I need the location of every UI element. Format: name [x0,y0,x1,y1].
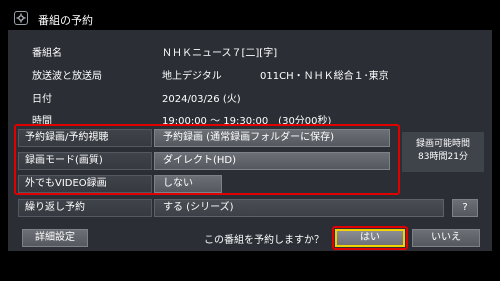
broadcast-station-value: 011CH・ＮＨＫ総合１･東京 [260,71,389,82]
repeat-select[interactable]: する (シリーズ) [154,199,444,217]
confirm-question: この番組を予約しますか？ [204,235,324,246]
advanced-settings-button[interactable]: 詳細設定 [22,229,88,247]
recordable-time-box: 録画可能時間 83時間21分 [402,132,484,172]
broadcast-label: 放送波と放送局 [32,71,102,82]
highlight-box-settings [14,124,400,195]
repeat-label: 繰り返し予約 [18,199,152,217]
yes-button[interactable]: はい [335,229,405,247]
recordable-time-label: 録画可能時間 [415,139,470,149]
title-bar: 番組の予約 [8,8,492,31]
date-value: 2024/03/26 (火) [162,94,241,105]
broadcast-type-value: 地上デジタル [162,71,222,82]
dialog-title: 番組の予約 [38,14,93,27]
program-name-label: 番組名 [32,48,62,59]
recordable-time-value: 83時間21分 [418,152,468,162]
program-name-value: ＮＨＫニュース７[二][字] [162,48,278,59]
no-button[interactable]: いいえ [412,229,480,247]
help-button[interactable]: ? [452,199,478,217]
reservation-dialog: 番組の予約 番組名 ＮＨＫニュース７[二][字] 放送波と放送局 地上デジタル … [0,0,500,281]
bottom-bar [8,251,492,273]
date-label: 日付 [32,94,52,105]
gear-icon [14,11,28,25]
